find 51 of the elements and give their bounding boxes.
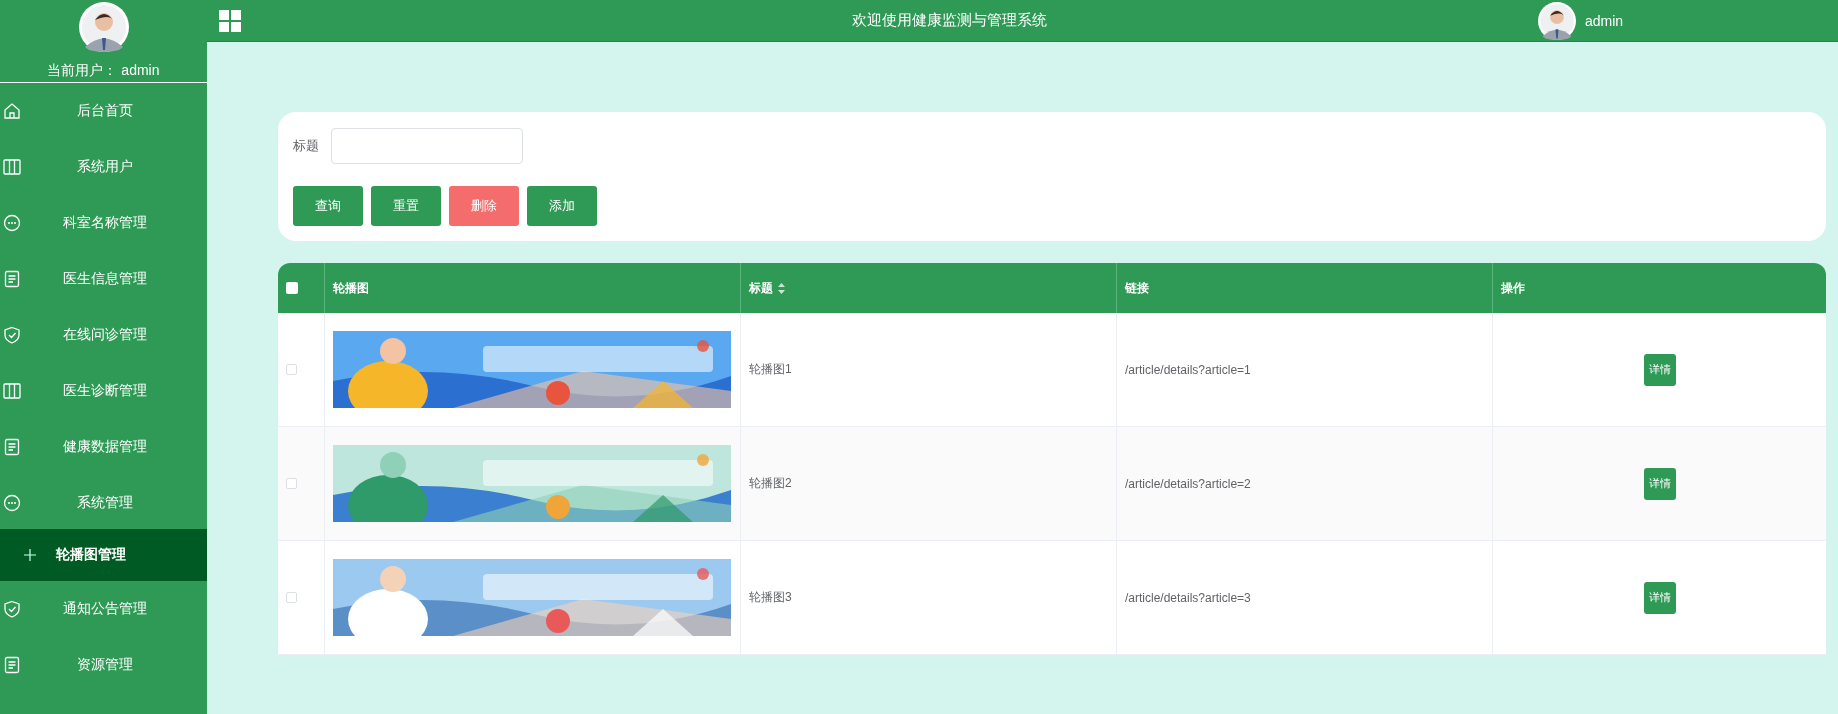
chat-icon <box>2 493 22 513</box>
sidebar-item[interactable]: 轮播图管理 <box>0 529 207 581</box>
sidebar-item[interactable]: 系统管理 <box>0 475 207 531</box>
sidebar-item[interactable]: 系统用户 <box>0 139 207 195</box>
row-checkbox[interactable] <box>286 364 297 375</box>
avatar <box>1538 1 1576 40</box>
title-input-field[interactable] <box>331 128 523 164</box>
details-button[interactable]: 详情 <box>1643 353 1676 386</box>
table-cell: /article/details?article=1 <box>1125 362 1251 377</box>
select-all-checkbox[interactable] <box>286 282 298 294</box>
document-icon <box>2 437 22 457</box>
action-button[interactable]: 查询 <box>293 186 363 226</box>
field-label: 标题 <box>293 137 319 155</box>
chat-icon <box>2 213 22 233</box>
columns-icon <box>2 381 22 401</box>
table-cell: 轮播图3 <box>749 589 792 606</box>
details-button[interactable]: 详情 <box>1643 467 1676 500</box>
table-cell: /article/details?article=2 <box>1125 476 1251 491</box>
username[interactable]: admin <box>1585 12 1624 29</box>
grid-menu-icon[interactable] <box>219 9 241 32</box>
system-title: 欢迎使用健康监测与管理系统 <box>851 11 1048 30</box>
sidebar-item[interactable]: 健康数据管理 <box>0 419 207 475</box>
table-cell: 轮播图1 <box>749 361 792 378</box>
row-checkbox[interactable] <box>286 592 297 603</box>
home-icon <box>2 101 22 121</box>
details-button[interactable]: 详情 <box>1643 581 1676 614</box>
column-header: 操作 <box>1501 279 1525 297</box>
sidebar-item[interactable]: 后台首页 <box>0 83 207 139</box>
column-header: 轮播图 <box>333 279 369 297</box>
action-button[interactable]: 添加 <box>527 186 597 226</box>
document-icon <box>2 269 22 289</box>
sidebar-item[interactable]: 通知公告管理 <box>0 581 207 637</box>
columns-icon <box>2 157 22 177</box>
sidebar-item[interactable]: 医生诊断管理 <box>0 363 207 419</box>
sidebar-item[interactable]: 资源管理 <box>0 637 207 693</box>
row-checkbox[interactable] <box>286 478 297 489</box>
sidebar-item[interactable]: 科室名称管理 <box>0 195 207 251</box>
column-header: 链接 <box>1125 279 1149 297</box>
table-cell: /article/details?article=3 <box>1125 590 1251 605</box>
document-icon <box>2 655 22 675</box>
shield-icon <box>2 599 22 619</box>
sort-icon[interactable] <box>778 282 785 294</box>
current-user-label: 当前用户： admin <box>47 62 160 80</box>
table-cell: 轮播图2 <box>749 475 792 492</box>
avatar <box>78 2 129 52</box>
sidebar-item[interactable]: 在线问诊管理 <box>0 307 207 363</box>
shield-icon <box>2 325 22 345</box>
action-button[interactable]: 重置 <box>371 186 441 226</box>
delete-button[interactable]: 删除 <box>449 186 519 226</box>
sidebar-item[interactable]: 医生信息管理 <box>0 251 207 307</box>
column-header: 标题 <box>749 279 773 297</box>
